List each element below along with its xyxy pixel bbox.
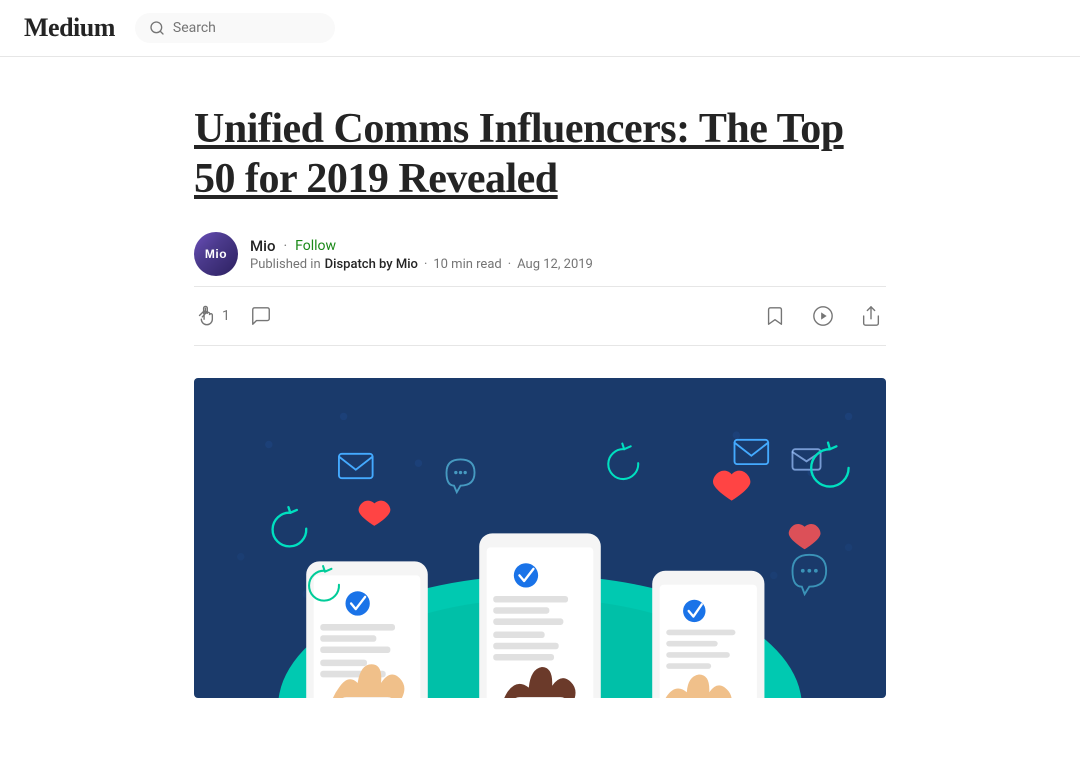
meta-sep1: · [424, 257, 427, 272]
meta-sep2: · [508, 257, 511, 272]
author-name-row: Mio · Follow [250, 237, 593, 255]
clap-button[interactable]: 1 [194, 305, 230, 327]
published-in-label: Published in [250, 257, 321, 272]
article-main: Unified Comms Influencers: The Top 50 fo… [170, 57, 910, 758]
hero-image [194, 378, 886, 698]
publish-date: Aug 12, 2019 [517, 257, 593, 272]
play-icon [812, 305, 834, 327]
share-button[interactable] [856, 301, 886, 331]
dot-sep: · [283, 238, 287, 254]
author-name: Mio [250, 237, 275, 255]
site-header: Medium [0, 0, 1080, 57]
avatar-initials: Mio [205, 247, 227, 261]
search-bar[interactable] [135, 13, 335, 43]
medium-logo[interactable]: Medium [24, 13, 115, 43]
clap-icon [194, 305, 216, 327]
listen-button[interactable] [808, 301, 838, 331]
search-input[interactable] [173, 20, 321, 36]
share-icon [860, 305, 882, 327]
follow-button[interactable]: Follow [295, 238, 336, 254]
comment-button[interactable] [250, 305, 272, 327]
publication-link[interactable]: Dispatch by Mio [325, 257, 418, 272]
clap-count: 1 [222, 308, 230, 324]
comment-icon [250, 305, 272, 327]
bookmark-icon [764, 305, 786, 327]
author-info: Mio · Follow Published in Dispatch by Mi… [250, 237, 593, 272]
avatar: Mio [194, 232, 238, 276]
bookmark-button[interactable] [760, 301, 790, 331]
action-bar: 1 [194, 286, 886, 346]
author-meta: Published in Dispatch by Mio · 10 min re… [250, 257, 593, 272]
article-title: Unified Comms Influencers: The Top 50 fo… [194, 105, 886, 204]
action-right [760, 301, 886, 331]
author-row: Mio Mio · Follow Published in Dispatch b… [194, 232, 886, 276]
read-time: 10 min read [433, 257, 501, 272]
action-left: 1 [194, 305, 272, 327]
search-icon [149, 20, 165, 36]
hero-illustration [194, 378, 886, 698]
